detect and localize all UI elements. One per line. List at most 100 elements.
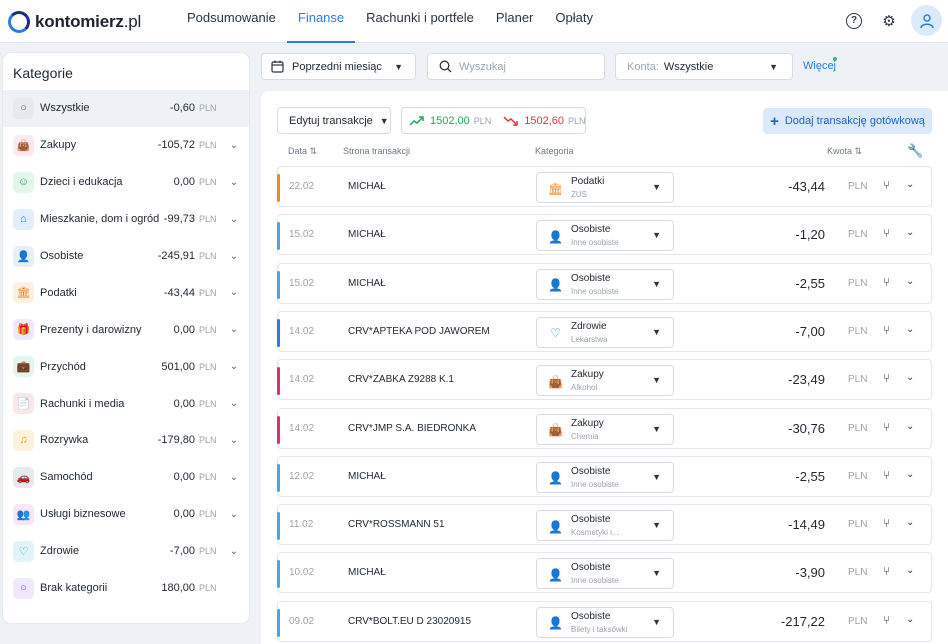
category-select[interactable]: 👤 Osobiste Inne osobiste ▼ (536, 461, 674, 493)
category-amount: -0,60 (169, 102, 195, 115)
category-color-bar (277, 415, 280, 444)
nav-item-planer[interactable]: Planer (485, 0, 545, 43)
nav-item-rachunki-i-portfele[interactable]: Rachunki i portfele (355, 0, 485, 43)
category-item[interactable]: 📄 Rachunki i media 0,00 PLN ⌄ (3, 385, 249, 422)
search-input[interactable]: Wyszukaj (427, 53, 605, 80)
period-select[interactable]: Poprzedni miesiąc ▼ (261, 53, 416, 80)
chevron-down-icon[interactable]: ⌄ (219, 140, 249, 151)
category-item[interactable]: ○ Wszystkie -0,60 PLN (3, 90, 249, 127)
logo[interactable]: kontomierz.pl (8, 11, 141, 33)
chevron-down-icon[interactable]: ⌄ (219, 287, 249, 298)
expand-chevron-icon[interactable]: ⌄ (906, 517, 914, 528)
gear-icon[interactable]: ⚙ (881, 13, 897, 30)
category-item[interactable]: ○ Brak kategorii 180,00 PLN (3, 570, 249, 607)
top-icons: ? ⚙ (846, 5, 942, 36)
chevron-down-icon[interactable]: ⌄ (219, 324, 249, 335)
nav-item-opłaty[interactable]: Opłaty (544, 0, 604, 43)
split-icon[interactable]: ⑂ (883, 420, 890, 434)
transaction-row[interactable]: 15.02 MICHAŁ 👤 Osobiste Inne osobiste ▼ -2,55 P… (277, 262, 932, 304)
expand-chevron-icon[interactable]: ⌄ (906, 469, 914, 480)
category-select[interactable]: ♡ Zdrowie Lekarstwa ▼ (536, 316, 674, 348)
chevron-down-icon: ▼ (652, 520, 661, 531)
transaction-row[interactable]: 10.02 MICHAŁ 👤 Osobiste Inne osobiste ▼ -3,90 P… (277, 552, 932, 594)
split-icon[interactable]: ⑂ (883, 468, 890, 482)
category-item[interactable]: 🚗 Samochód 0,00 PLN ⌄ (3, 459, 249, 496)
summary-box: 1502,00 PLN 1502,60 PLN (401, 107, 586, 134)
nav-item-finanse[interactable]: Finanse (286, 0, 356, 43)
category-list: ○ Wszystkie -0,60 PLN 👜 Zakupy -105,72 PLN ⌄ ☺ Dzi… (3, 90, 249, 606)
category-item[interactable]: ⌂ Mieszkanie, dom i ogród -99,73 PLN ⌄ (3, 201, 249, 238)
transaction-row[interactable]: 14.02 CRV*JMP S.A. BIEDRONKA 👜 Zakupy Chemia… (277, 407, 932, 449)
category-item[interactable]: 🎁 Prezenty i darowizny 0,00 PLN ⌄ (3, 311, 249, 348)
category-item[interactable]: ♫ Rozrywka -179,80 PLN ⌄ (3, 422, 249, 459)
person-question-icon: 👤 (548, 229, 563, 244)
category-item[interactable]: ☺ Dzieci i edukacja 0,00 PLN ⌄ (3, 164, 249, 201)
transaction-row[interactable]: 14.02 CRV*ZABKA Z9288 K.1 👜 Zakupy Alkohol ▼ -… (277, 359, 932, 401)
split-icon[interactable]: ⑂ (883, 275, 890, 289)
nav-item-podsumowanie[interactable]: Podsumowanie (176, 0, 287, 43)
category-select[interactable]: 🏛 Podatki ZUS ▼ (536, 172, 674, 203)
category-color-bar (277, 270, 280, 299)
split-icon[interactable]: ⑂ (883, 226, 890, 240)
category-item[interactable]: ♡ Zdrowie -7,00 PLN ⌄ (3, 533, 249, 570)
chevron-down-icon[interactable]: ⌄ (219, 472, 249, 483)
chevron-down-icon: ▼ (769, 61, 778, 72)
category-item[interactable]: 👥 Usługi biznesowe 0,00 PLN ⌄ (3, 496, 249, 533)
accounts-select[interactable]: Konta: Wszystkie ▼ (615, 53, 793, 80)
chevron-down-icon[interactable]: ⌄ (219, 435, 249, 446)
wrench-icon[interactable]: 🔧 (907, 143, 923, 159)
split-icon[interactable]: ⑂ (883, 371, 890, 385)
person-icon: 👤 (13, 245, 34, 267)
column-amount[interactable]: Kwota ⇅ (827, 146, 862, 157)
more-filters-link[interactable]: Więcej (803, 60, 836, 72)
split-icon[interactable]: ⑂ (883, 323, 890, 337)
chevron-down-icon[interactable]: ⌄ (219, 177, 249, 188)
subcategory-name: ZUS (571, 190, 587, 199)
chevron-down-icon[interactable]: ⌄ (219, 361, 249, 372)
category-select[interactable]: 👤 Osobiste Inne osobiste ▼ (536, 558, 674, 590)
expand-chevron-icon[interactable]: ⌄ (906, 614, 914, 625)
help-icon[interactable]: ? (846, 12, 862, 29)
expand-chevron-icon[interactable]: ⌄ (906, 372, 914, 383)
chevron-down-icon[interactable]: ⌄ (219, 546, 249, 557)
category-select[interactable]: 👜 Zakupy Alkohol ▼ (536, 365, 674, 397)
category-select[interactable]: 👤 Osobiste Inne osobiste ▼ (536, 220, 674, 252)
split-icon[interactable]: ⑂ (883, 613, 890, 627)
expand-chevron-icon[interactable]: ⌄ (906, 421, 914, 432)
expand-chevron-icon[interactable]: ⌄ (906, 227, 914, 238)
edit-transactions-button[interactable]: Edytuj transakcje ▼ (277, 107, 391, 134)
split-icon[interactable]: ⑂ (883, 564, 890, 578)
expand-chevron-icon[interactable]: ⌄ (906, 324, 914, 335)
category-item[interactable]: 👤 Osobiste -245,91 PLN ⌄ (3, 238, 249, 275)
sort-icon: ⇅ (309, 146, 318, 156)
category-select[interactable]: 👤 Osobiste Inne osobiste ▼ (536, 268, 674, 300)
split-icon[interactable]: ⑂ (883, 178, 890, 192)
transaction-row[interactable]: 14.02 CRV*APTEKA POD JAWOREM ♡ Zdrowie Lekar… (277, 310, 932, 352)
chevron-down-icon[interactable]: ⌄ (219, 251, 249, 262)
category-select[interactable]: 👤 Osobiste Kosmetyki i… ▼ (536, 510, 674, 542)
category-amount: 0,00 (173, 176, 195, 189)
category-item[interactable]: 💼 Przychód 501,00 PLN ⌄ (3, 348, 249, 385)
category-item[interactable]: 👜 Zakupy -105,72 PLN ⌄ (3, 127, 249, 164)
column-date[interactable]: Data ⇅ (288, 146, 317, 157)
logo-text: kontomierz.pl (35, 12, 142, 31)
transaction-row[interactable]: 09.02 CRV*BOLT.EU D 23020915 👤 Osobiste Bile… (277, 600, 932, 642)
split-icon[interactable]: ⑂ (883, 516, 890, 530)
chevron-down-icon[interactable]: ⌄ (219, 398, 249, 409)
transaction-row[interactable]: 11.02 CRV*ROSSMANN 51 👤 Osobiste Kosmetyki i… (277, 504, 932, 546)
category-name: Samochód (40, 471, 93, 484)
avatar[interactable] (911, 5, 942, 36)
add-cash-transaction-button[interactable]: + Dodaj transakcję gotówkową (763, 108, 932, 134)
expand-chevron-icon[interactable]: ⌄ (906, 565, 914, 576)
transaction-row[interactable]: 12.02 MICHAŁ 👤 Osobiste Inne osobiste ▼ -2,55 P… (277, 455, 932, 497)
category-name: Prezenty i darowizny (40, 323, 142, 336)
expand-chevron-icon[interactable]: ⌄ (906, 179, 914, 190)
chevron-down-icon[interactable]: ⌄ (219, 214, 249, 225)
transaction-row[interactable]: 15.02 MICHAŁ 👤 Osobiste Inne osobiste ▼ -1,20 P… (277, 214, 932, 256)
expand-chevron-icon[interactable]: ⌄ (906, 276, 914, 287)
transaction-row[interactable]: 22.02 MICHAŁ 🏛 Podatki ZUS ▼ -43,44 PLN ⑂ ⌄ (277, 166, 932, 207)
category-select[interactable]: 👤 Osobiste Bilety i taksówki ▼ (536, 606, 674, 638)
category-select[interactable]: 👜 Zakupy Chemia ▼ (536, 413, 674, 445)
category-item[interactable]: 🏛 Podatki -43,44 PLN ⌄ (3, 274, 249, 311)
chevron-down-icon[interactable]: ⌄ (219, 509, 249, 520)
